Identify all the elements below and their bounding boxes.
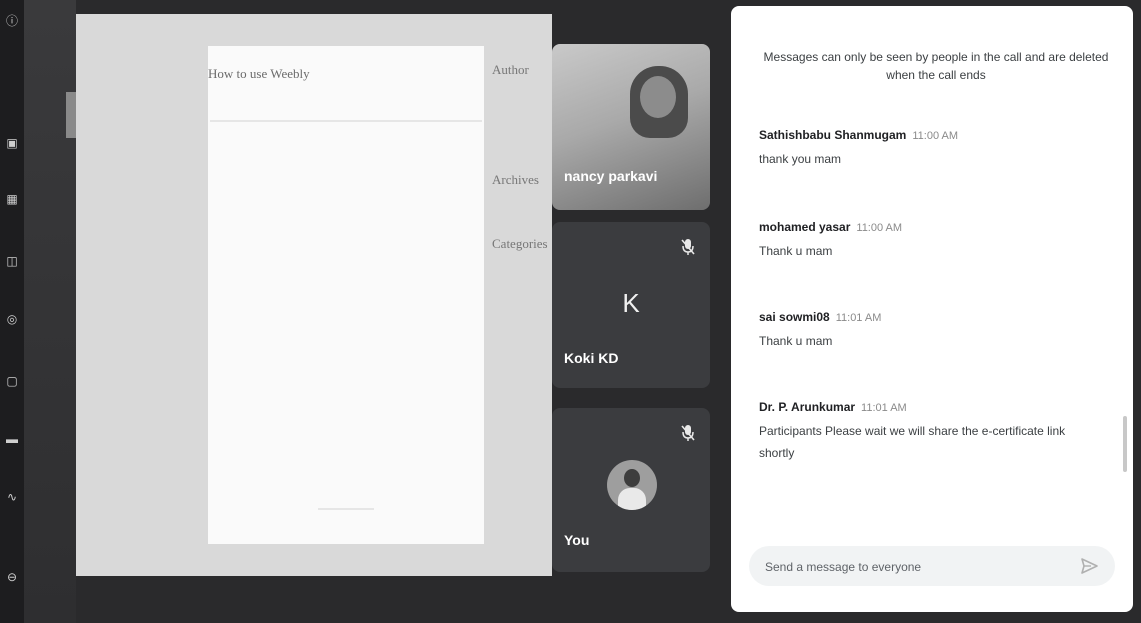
avatar (607, 460, 657, 510)
message-sender: Dr. P. Arunkumar (759, 400, 856, 414)
participant-head (640, 76, 676, 118)
participant-tile[interactable]: nancy parkavi (552, 44, 710, 210)
message-time: 11:01 AM (861, 402, 907, 414)
send-icon[interactable] (1079, 556, 1099, 576)
sidebar-label-categories: Categories (492, 236, 548, 251)
participant-video (552, 44, 710, 210)
left-toolbar: ⓘ ▣ ▦ ◫ ◎ ▢ ▬ ∿ ⊖ (0, 0, 24, 623)
user-icon[interactable]: ⊖ (5, 570, 19, 584)
chat-scrollbar[interactable] (1123, 416, 1127, 472)
message-time: 11:00 AM (856, 222, 903, 234)
message-sender: sai sowmi08 (759, 310, 830, 324)
chat-input[interactable] (763, 556, 1067, 578)
grid-icon[interactable]: ▦ (5, 192, 19, 206)
sidebar-label-author: Author (492, 62, 529, 77)
participant-name: nancy parkavi (564, 168, 658, 184)
message-sender: mohamed yasar (759, 220, 851, 234)
menu-icon[interactable]: ▬ (5, 432, 19, 446)
message-composer (749, 546, 1115, 586)
message-text: thank you mam (759, 152, 842, 166)
message-time: 11:01 AM (835, 312, 882, 324)
participant-tile[interactable]: K Koki KD (552, 222, 710, 388)
chat-message: Sathishbabu Shanmugam 11:00 AM thank you … (759, 126, 1089, 170)
chat-message: sai sowmi08 11:01 AM Thank u mam (759, 308, 1089, 352)
participant-name: You (564, 532, 590, 548)
document-divider (210, 120, 482, 122)
message-text: Thank u mam (759, 334, 833, 348)
document-title: How to use Weebly (208, 66, 310, 81)
info-icon[interactable]: ⓘ (5, 14, 19, 28)
chat-icon[interactable]: ▣ (5, 136, 19, 150)
sidebar-label-archives: Archives (492, 172, 539, 187)
participant-initial: K (622, 288, 640, 318)
message-text: Thank u mam (759, 244, 833, 258)
mic-off-icon (680, 238, 696, 256)
box-icon[interactable]: ◫ (5, 254, 19, 268)
wave-icon[interactable]: ∿ (5, 490, 19, 504)
message-sender: Sathishbabu Shanmugam (759, 128, 907, 142)
chat-message: Dr. P. Arunkumar 11:01 AM Participants Pl… (759, 398, 1089, 464)
chat-notice: Messages can only be seen by people in t… (763, 50, 1109, 82)
message-text: Participants Please wait we will share t… (759, 424, 1066, 460)
participant-tile-self[interactable]: You (552, 408, 710, 572)
settings-icon[interactable]: ◎ (5, 312, 19, 326)
lock-icon[interactable]: ▢ (5, 374, 19, 388)
participant-name: Koki KD (564, 350, 619, 366)
document-footer-line (318, 508, 374, 510)
chat-panel: Messages can only be seen by people in t… (731, 6, 1133, 612)
message-time: 11:00 AM (912, 130, 959, 142)
chat-message: mohamed yasar 11:00 AM Thank u mam (759, 218, 1089, 262)
mic-off-icon (680, 424, 696, 442)
